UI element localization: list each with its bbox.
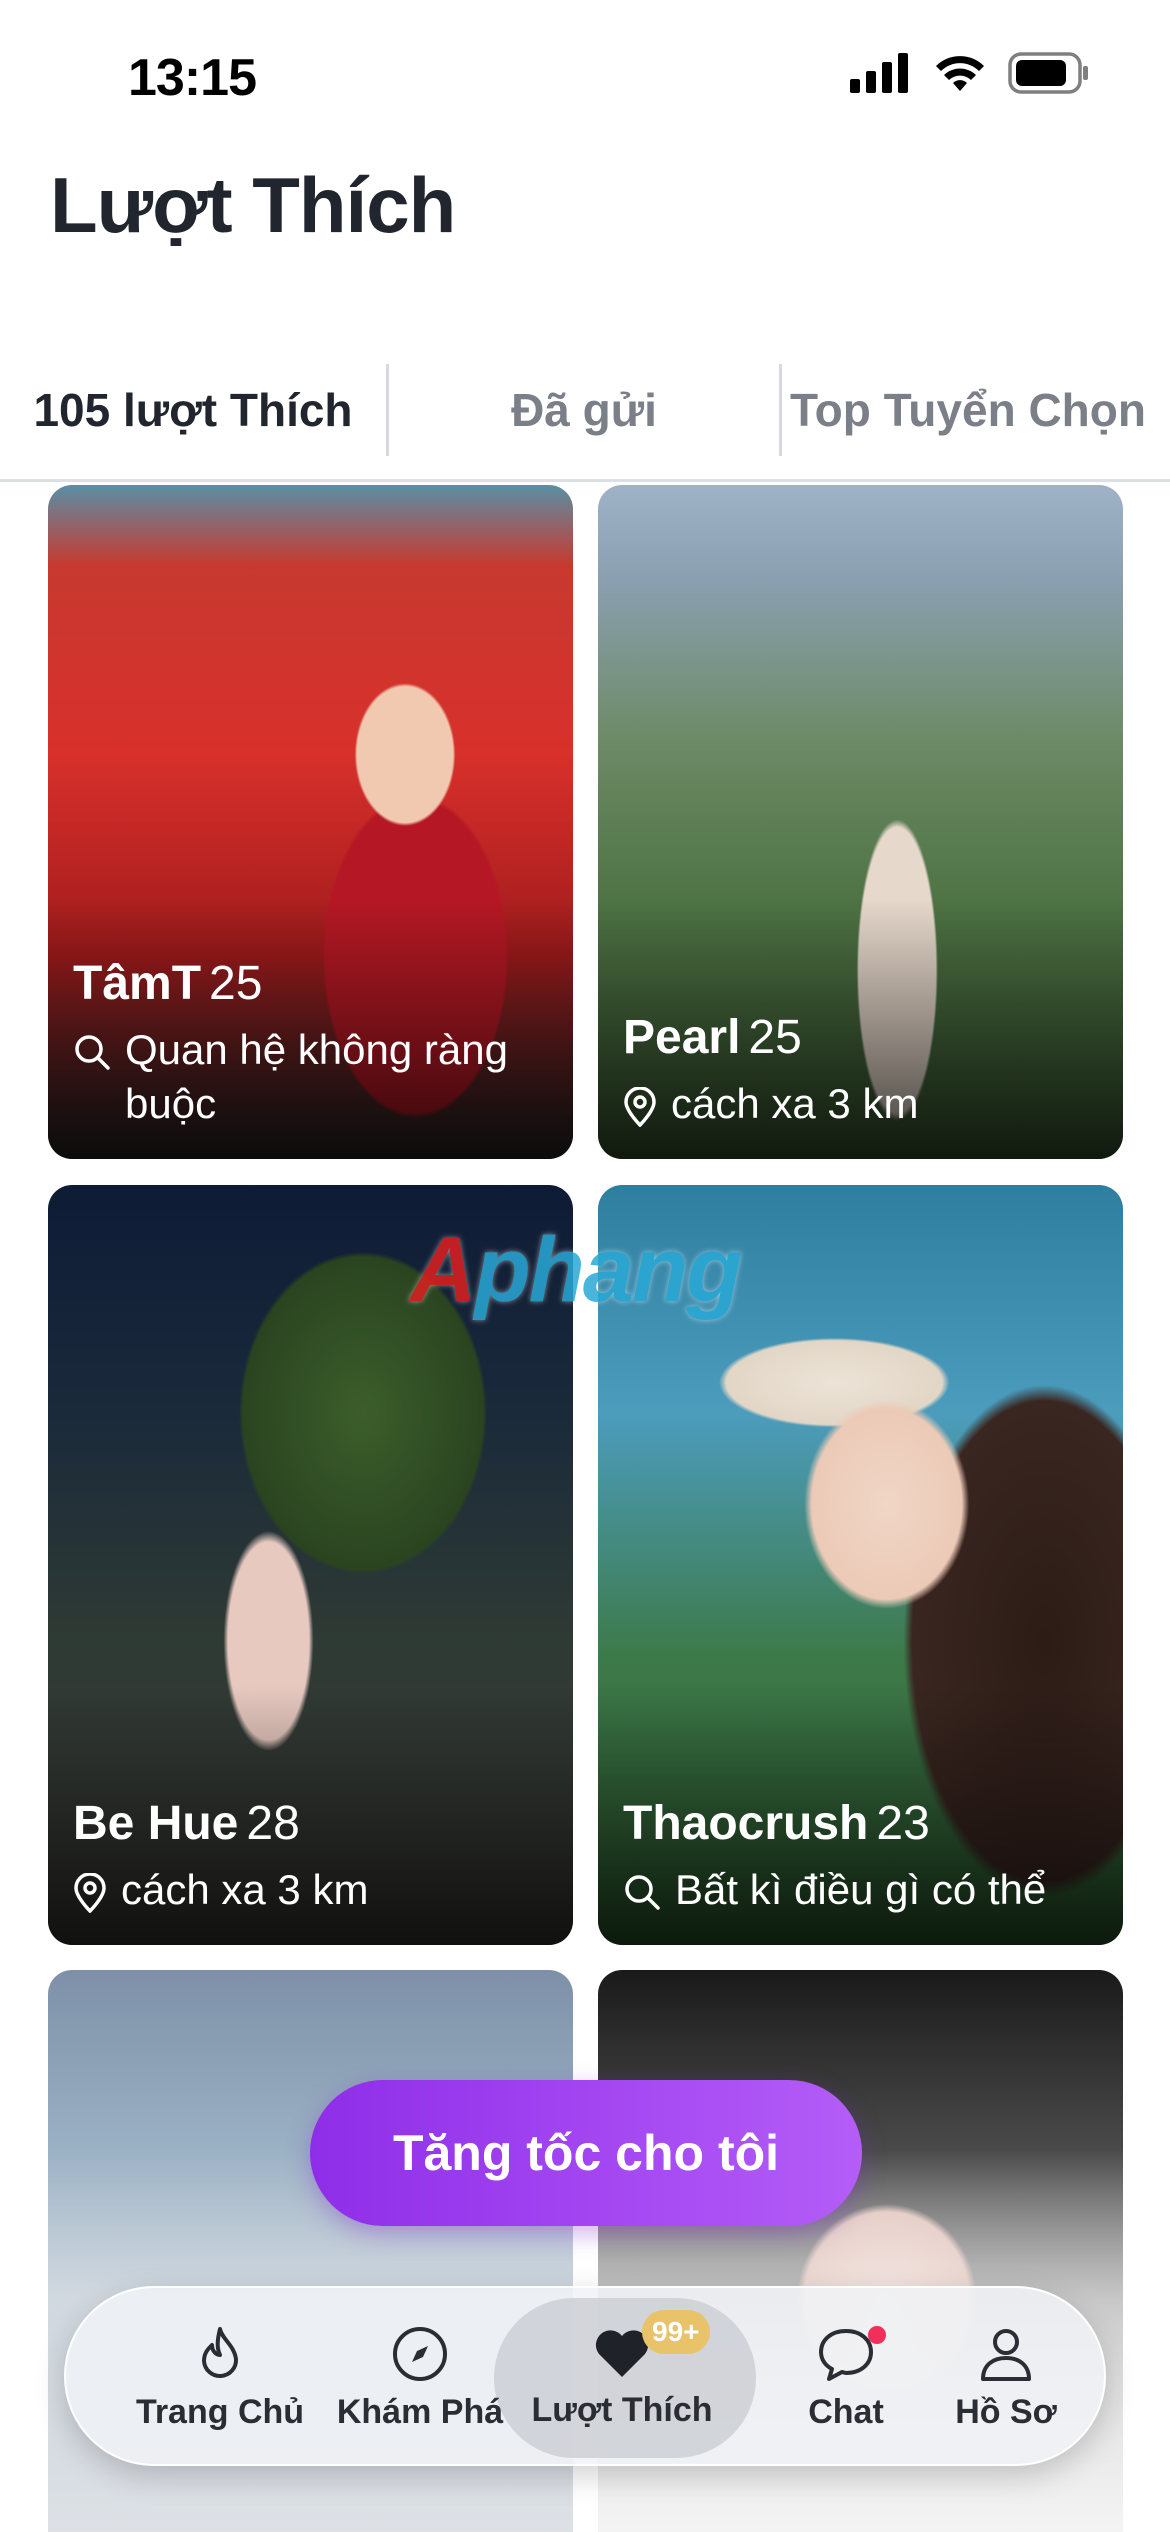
tab-bar: 105 lượt Thích Đã gửi Top Tuyển Chọn <box>0 340 1170 482</box>
bottom-nav: Trang Chủ Khám Phá 99+ Lượt Thích Chat H… <box>64 2286 1106 2466</box>
tab-top-picks[interactable]: Top Tuyển Chọn <box>782 339 1170 481</box>
nav-label: Khám Phá <box>336 2392 504 2431</box>
nav-label: Chat <box>808 2392 884 2431</box>
profile-age: 25 <box>209 957 263 1010</box>
status-time: 13:15 <box>128 49 257 107</box>
location-pin-icon <box>624 1087 656 1127</box>
compass-icon <box>393 2326 447 2381</box>
profile-age: 23 <box>876 1797 930 1850</box>
nav-item-home[interactable]: Trang Chủ <box>120 2288 320 2468</box>
status-icons <box>850 52 1090 94</box>
location-pin-icon <box>74 1873 106 1913</box>
tab-likes-received[interactable]: 105 lượt Thích <box>0 339 386 481</box>
likes-count-badge: 99+ <box>642 2310 710 2354</box>
search-icon <box>625 1875 660 1910</box>
watermark-logo: Aphang <box>410 1219 742 1321</box>
cellular-signal-icon <box>850 53 908 93</box>
nav-item-likes[interactable]: 99+ Lượt Thích <box>494 2288 750 2468</box>
profile-meta: cách xa 3 km <box>671 1080 919 1127</box>
page-title: Lượt Thích <box>50 161 456 249</box>
battery-icon <box>1008 52 1088 94</box>
nav-label: Hồ Sơ <box>955 2392 1057 2431</box>
nav-label: Lượt Thích <box>531 2390 713 2429</box>
profile-name: Pearl <box>623 1011 741 1064</box>
nav-item-profile[interactable]: Hồ Sơ <box>926 2288 1086 2468</box>
profile-age: 25 <box>748 1011 802 1064</box>
profile-card-info: Thaocrush 23 Bất kì điều gì có thể <box>623 1795 1103 1917</box>
unread-dot <box>868 2326 886 2344</box>
profile-card[interactable]: Pearl 25 cách xa 3 km <box>598 485 1123 1159</box>
profile-meta: Quan hệ không ràng buộc <box>125 1026 508 1127</box>
wifi-icon <box>936 56 984 91</box>
person-icon <box>981 2328 1031 2381</box>
profile-name: Thaocrush <box>623 1797 869 1850</box>
search-icon <box>75 1035 110 1070</box>
profile-meta: cách xa 3 km <box>121 1866 369 1913</box>
profile-meta: Bất kì điều gì có thể <box>675 1866 1047 1913</box>
flame-icon <box>202 2326 239 2378</box>
nav-item-explore[interactable]: Khám Phá <box>320 2288 520 2468</box>
profile-card-info: Pearl 25 cách xa 3 km <box>623 1009 1103 1131</box>
profile-age: 28 <box>246 1797 300 1850</box>
profile-card-info: TâmT 25 Quan hệ không ràng buộc <box>73 955 553 1131</box>
profile-name: TâmT <box>73 957 202 1010</box>
status-bar: 13:15 <box>0 0 1170 150</box>
tab-sent[interactable]: Đã gửi <box>389 339 779 481</box>
nav-label: Trang Chủ <box>135 2392 305 2431</box>
nav-item-chat[interactable]: Chat <box>756 2288 936 2468</box>
profile-card[interactable]: TâmT 25 Quan hệ không ràng buộc <box>48 485 573 1159</box>
profile-card-info: Be Hue 28 cách xa 3 km <box>73 1795 553 1917</box>
boost-button[interactable]: Tăng tốc cho tôi <box>310 2080 862 2226</box>
profile-name: Be Hue <box>73 1797 239 1850</box>
